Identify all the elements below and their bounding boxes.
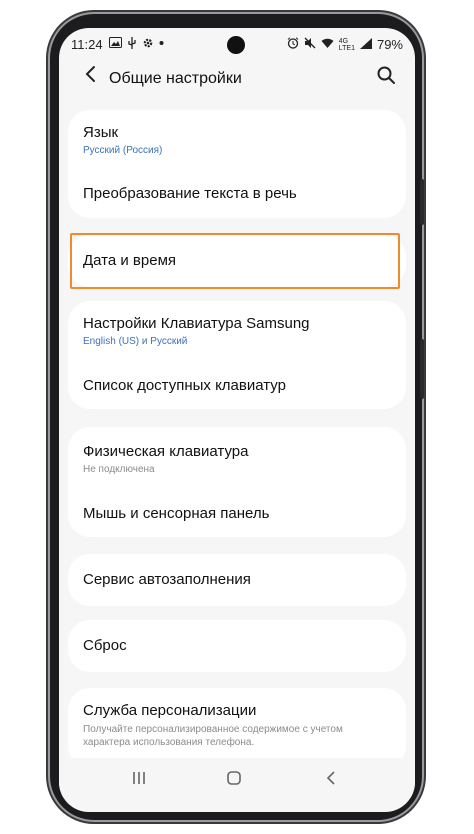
status-bar: 11:24 4G LTE1 79%	[59, 28, 415, 62]
settings-group-keyboard: Настройки Клавиатура Samsung English (US…	[68, 301, 406, 409]
battery-percent: 79%	[376, 37, 403, 52]
search-icon	[377, 66, 395, 84]
highlight-frame	[70, 233, 400, 289]
search-button[interactable]	[375, 64, 397, 86]
recent-apps-button[interactable]	[131, 770, 147, 791]
chevron-left-icon	[85, 66, 95, 82]
gallery-icon	[109, 37, 122, 52]
front-camera	[227, 36, 245, 54]
phone-screen: 11:24 4G LTE1 79% Общие настройки Язык Р…	[59, 28, 415, 812]
signal-icon	[359, 37, 372, 52]
dot-icon	[159, 37, 164, 52]
alarm-icon	[287, 37, 299, 52]
settings-group-autofill: Сервис автозаполнения	[68, 554, 406, 606]
back-icon	[326, 771, 335, 785]
setting-reset[interactable]: Сброс	[68, 637, 406, 661]
settings-group-reset: Сброс	[68, 620, 406, 672]
home-icon	[227, 771, 241, 785]
setting-mouse-touchpad[interactable]: Мышь и сенсорная панель	[68, 505, 406, 533]
status-time: 11:24	[71, 37, 103, 52]
settings-group-language: Язык Русский (Россия) Преобразование тек…	[68, 110, 406, 218]
setting-text-to-speech[interactable]: Преобразование текста в речь	[68, 185, 406, 215]
network-type: 4G LTE1	[338, 37, 355, 52]
setting-personalization-service[interactable]: Служба персонализации Получайте персонал…	[68, 702, 406, 762]
setting-autofill-service[interactable]: Сервис автозаполнения	[68, 571, 406, 595]
recent-apps-icon	[133, 772, 145, 784]
gear-icon	[142, 37, 154, 52]
setting-physical-keyboard[interactable]: Физическая клавиатура Не подключена	[68, 443, 406, 485]
settings-group-input-devices: Физическая клавиатура Не подключена Мышь…	[68, 427, 406, 537]
setting-language[interactable]: Язык Русский (Россия)	[68, 124, 406, 166]
nav-back-button[interactable]	[323, 770, 339, 791]
volume-button	[420, 179, 424, 225]
page-title: Общие настройки	[109, 70, 242, 87]
notification-icons	[109, 37, 164, 52]
mute-icon	[304, 37, 316, 52]
navigation-bar	[59, 758, 415, 798]
usb-icon	[127, 37, 137, 52]
wifi-icon	[321, 38, 334, 52]
home-button[interactable]	[226, 770, 242, 791]
settings-group-personalization: Служба персонализации Получайте персонал…	[68, 688, 406, 768]
power-button	[420, 339, 424, 399]
back-button[interactable]	[79, 62, 103, 86]
setting-samsung-keyboard[interactable]: Настройки Клавиатура Samsung English (US…	[68, 315, 406, 357]
system-icons: 4G LTE1 79%	[287, 37, 403, 52]
setting-available-keyboards[interactable]: Список доступных клавиатур	[68, 377, 406, 405]
